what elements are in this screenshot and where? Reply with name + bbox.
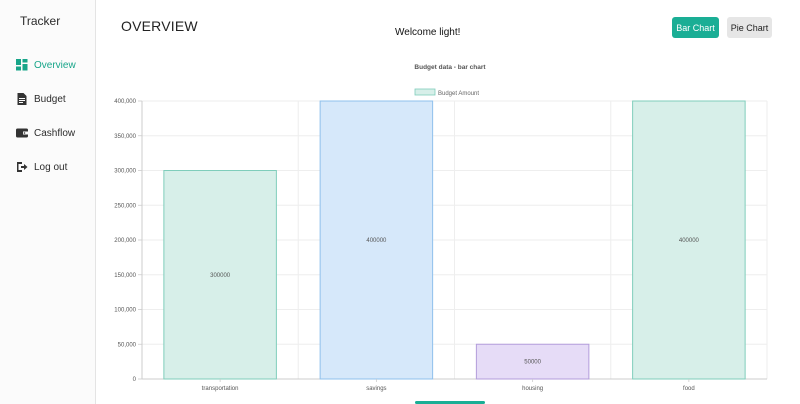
y-tick-label: 350,000 [114,134,136,140]
sidebar: Tracker Overview Budget Cashflow Log out [0,0,96,404]
y-tick-label: 100,000 [114,308,136,314]
sidebar-item-label: Cashflow [34,127,76,139]
welcome-message: Welcome light! [395,27,461,38]
app-brand: Tracker [20,14,61,28]
y-tick-label: 250,000 [114,203,136,209]
sidebar-item-logout[interactable]: Log out [16,158,67,176]
legend-label: Budget Amount [438,91,479,97]
x-tick-label: savings [366,386,386,392]
chart-title: Budget data - bar chart [414,64,486,71]
bar-data-label: 400000 [366,238,387,244]
dashboard-icon [16,59,28,71]
budget-bar-chart: Budget data - bar chart Budget Amount 0 50,… [97,55,800,395]
sidebar-item-budget[interactable]: Budget [16,90,66,108]
x-tick-label: food [683,386,695,392]
sidebar-item-label: Overview [34,59,76,71]
document-icon [16,93,28,105]
y-tick-label: 300,000 [114,169,136,175]
pie-chart-button[interactable]: Pie Chart [727,17,772,38]
y-tick-label: 150,000 [114,273,136,279]
sidebar-item-label: Budget [34,93,66,105]
page-title: OVERVIEW [121,18,198,34]
y-tick-label: 200,000 [114,238,136,244]
wallet-icon [16,127,28,139]
logout-icon [16,161,28,173]
y-tick-label: 0 [133,377,137,383]
bar-data-label: 50000 [524,360,541,366]
x-tick-label: transportation [202,386,239,392]
y-tick-label: 400,000 [114,99,136,105]
bar-data-label: 400000 [679,238,700,244]
sidebar-item-overview[interactable]: Overview [16,56,76,74]
legend-swatch [414,88,436,96]
sidebar-item-cashflow[interactable]: Cashflow [16,124,75,142]
main-content: OVERVIEW Welcome light! Bar Chart Pie Ch… [97,0,800,404]
chart-canvas: Budget data - bar chart Budget Amount 0 50,… [114,64,768,392]
y-tick-label: 50,000 [118,342,137,348]
bar-data-label: 300000 [210,273,231,279]
x-tick-label: housing [522,386,543,392]
sidebar-item-label: Log out [34,161,68,173]
bar-chart-button[interactable]: Bar Chart [672,17,719,38]
